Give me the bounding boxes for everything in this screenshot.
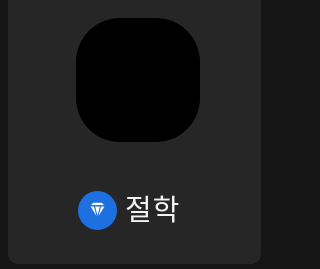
app-label: 절학: [125, 193, 181, 227]
diamond-badge: [78, 190, 117, 230]
diamond-icon: [90, 202, 105, 220]
app-label-row: 절학: [78, 190, 180, 230]
app-icon[interactable]: [76, 18, 200, 142]
screen: 절학: [0, 0, 269, 269]
